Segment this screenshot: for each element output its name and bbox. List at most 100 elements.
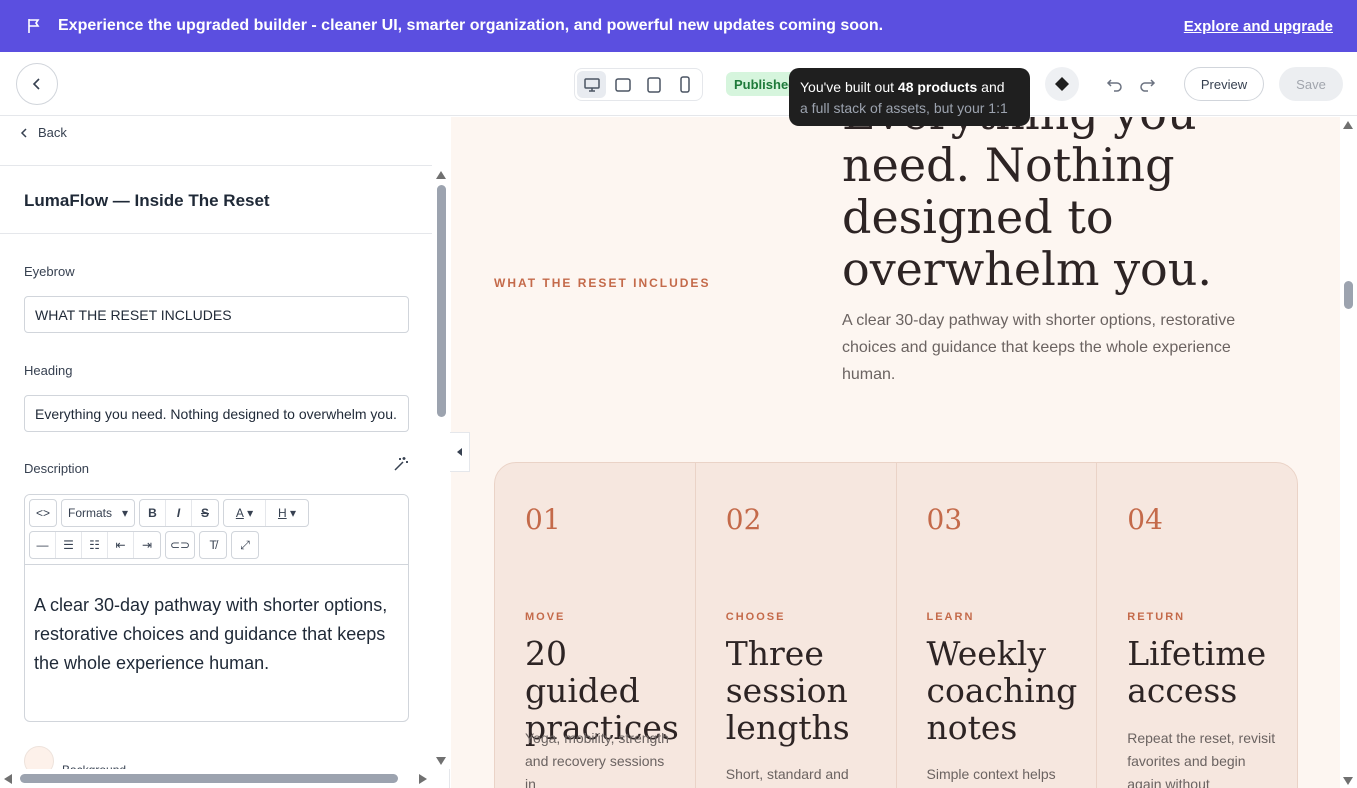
- feature-card[interactable]: 04 RETURN Lifetime access Repeat the res…: [1097, 463, 1297, 788]
- page-preview-canvas: WHAT THE RESET INCLUDES Everything you n…: [451, 117, 1340, 788]
- description-label: Description: [24, 461, 90, 476]
- desktop-icon: [583, 77, 600, 92]
- scroll-up-arrow-icon[interactable]: [1343, 121, 1353, 129]
- banner-message: Experience the upgraded builder - cleane…: [58, 17, 884, 34]
- sidebar-back-link[interactable]: Back: [20, 125, 67, 140]
- card-body: Simple context helps: [926, 766, 1056, 782]
- sidebar-horizontal-scrollbar[interactable]: [0, 769, 432, 788]
- undo-icon: [1106, 79, 1122, 92]
- redo-button[interactable]: [1137, 75, 1157, 95]
- chevron-left-icon: [20, 127, 27, 138]
- formats-label: Formats: [68, 506, 113, 520]
- fullscreen-icon: ⤢: [240, 537, 250, 552]
- tooltip-line2: a full stack of assets, but your 1:1: [800, 100, 1008, 116]
- description-editor: <> Formats ▾ B I S A ▾ H ▾ — ☰ ☷ ⇤ ⇥ ⊂⊃ …: [24, 494, 409, 722]
- divider: [0, 233, 432, 234]
- clear-format-icon: T̸: [209, 538, 217, 552]
- block-group: — ☰ ☷ ⇤ ⇥: [29, 531, 161, 559]
- back-button[interactable]: [16, 63, 58, 105]
- card-number: 02: [725, 503, 762, 536]
- chevron-down-icon: ▾: [121, 506, 128, 520]
- magic-wand-icon[interactable]: [392, 455, 410, 473]
- bold-button[interactable]: B: [140, 500, 166, 526]
- card-body: Yoga, mobility, strength and recovery se…: [525, 730, 669, 788]
- scroll-down-arrow-icon[interactable]: [436, 757, 446, 765]
- card-title: Three session lengths: [725, 634, 850, 747]
- laptop-icon: [615, 77, 631, 92]
- formats-dropdown[interactable]: Formats ▾: [61, 499, 135, 527]
- color-group: A ▾ H ▾: [223, 499, 309, 527]
- mobile-icon: [680, 75, 691, 93]
- indent-icon: ⇥: [141, 538, 153, 552]
- minus-icon: —: [36, 538, 49, 552]
- diamond-button[interactable]: [1045, 67, 1079, 101]
- tablet-view-button[interactable]: [640, 71, 669, 98]
- heading-input[interactable]: [24, 395, 409, 432]
- strikethrough-button[interactable]: S: [192, 500, 218, 526]
- italic-button[interactable]: I: [166, 500, 192, 526]
- laptop-view-button[interactable]: [608, 71, 637, 98]
- outdent-icon: ⇤: [115, 538, 126, 552]
- mobile-view-button[interactable]: [671, 71, 700, 98]
- tooltip-suffix: and: [977, 79, 1005, 95]
- feature-card[interactable]: 01 MOVE 20 guided practices Yoga, mobili…: [495, 463, 696, 788]
- scroll-up-arrow-icon[interactable]: [436, 171, 446, 179]
- settings-sidebar: Back LumaFlow — Inside The Reset Eyebrow…: [0, 117, 450, 788]
- caret-left-icon: [456, 448, 462, 456]
- card-body: Short, standard and: [725, 766, 849, 782]
- preview-button[interactable]: Preview: [1184, 67, 1264, 101]
- tooltip-prefix: You've built out: [800, 79, 898, 95]
- eyebrow-input[interactable]: [24, 296, 409, 333]
- highlight-button[interactable]: H ▾: [266, 500, 308, 526]
- editor-content[interactable]: A clear 30-day pathway with shorter opti…: [25, 565, 408, 704]
- clear-format-button[interactable]: T̸: [199, 531, 228, 559]
- preview-eyebrow[interactable]: WHAT THE RESET INCLUDES: [494, 276, 710, 290]
- feature-card[interactable]: 03 LEARN Weekly coaching notes Simple co…: [897, 463, 1098, 788]
- horizontal-rule-button[interactable]: —: [30, 532, 56, 558]
- link-button[interactable]: ⊂⊃: [165, 531, 196, 559]
- scrollbar-thumb[interactable]: [1344, 281, 1353, 309]
- code-icon: <>: [35, 506, 50, 520]
- tooltip-products-count: 48 products: [897, 79, 978, 95]
- diamond-icon: [1055, 77, 1069, 91]
- fullscreen-button[interactable]: ⤢: [231, 531, 260, 559]
- card-tag: LEARN: [926, 611, 975, 623]
- flag-icon: [24, 16, 44, 36]
- desktop-view-button[interactable]: [577, 71, 607, 98]
- scrollbar-thumb[interactable]: [20, 774, 398, 783]
- card-number: 01: [525, 503, 561, 536]
- collapse-sidebar-button[interactable]: [450, 432, 470, 472]
- chevron-left-icon: [32, 78, 40, 90]
- preview-description[interactable]: A clear 30-day pathway with shorter opti…: [842, 307, 1272, 388]
- numbered-list-icon: ☷: [89, 538, 100, 552]
- scrollbar-thumb[interactable]: [437, 185, 446, 417]
- strikethrough-icon: S: [200, 506, 209, 520]
- link-icon: ⊂⊃: [170, 538, 191, 552]
- scroll-down-arrow-icon[interactable]: [1343, 777, 1353, 785]
- products-tooltip: You've built out 48 products and a full …: [789, 68, 1030, 126]
- bullet-list-button[interactable]: ☰: [56, 532, 82, 558]
- text-color-button[interactable]: A ▾: [224, 500, 266, 526]
- divider: [0, 165, 432, 166]
- upgrade-banner: Experience the upgraded builder - cleane…: [0, 0, 1357, 52]
- editor-toolbar: <> Formats ▾ B I S A ▾ H ▾ — ☰ ☷ ⇤ ⇥ ⊂⊃ …: [25, 495, 408, 565]
- scroll-right-arrow-icon[interactable]: [419, 774, 427, 784]
- canvas-vertical-scrollbar[interactable]: [1340, 117, 1357, 788]
- save-button[interactable]: Save: [1279, 67, 1343, 101]
- explore-upgrade-link[interactable]: Explore and upgrade: [1184, 18, 1333, 35]
- undo-button[interactable]: [1105, 75, 1125, 95]
- card-number: 04: [1127, 503, 1163, 536]
- tablet-icon: [647, 76, 661, 93]
- sidebar-vertical-scrollbar[interactable]: [433, 117, 450, 769]
- indent-button[interactable]: ⇥: [134, 532, 160, 558]
- eyebrow-label: Eyebrow: [24, 264, 75, 279]
- italic-icon: I: [176, 506, 181, 520]
- scroll-left-arrow-icon[interactable]: [4, 774, 12, 784]
- preview-heading[interactable]: Everything you need. Nothing designed to…: [842, 117, 1302, 295]
- numbered-list-button[interactable]: ☷: [82, 532, 108, 558]
- feature-card[interactable]: 02 CHOOSE Three session lengths Short, s…: [696, 463, 897, 788]
- code-view-button[interactable]: <>: [29, 499, 57, 527]
- card-tag: MOVE: [525, 611, 566, 623]
- card-title: Lifetime access: [1127, 634, 1267, 710]
- outdent-button[interactable]: ⇤: [108, 532, 134, 558]
